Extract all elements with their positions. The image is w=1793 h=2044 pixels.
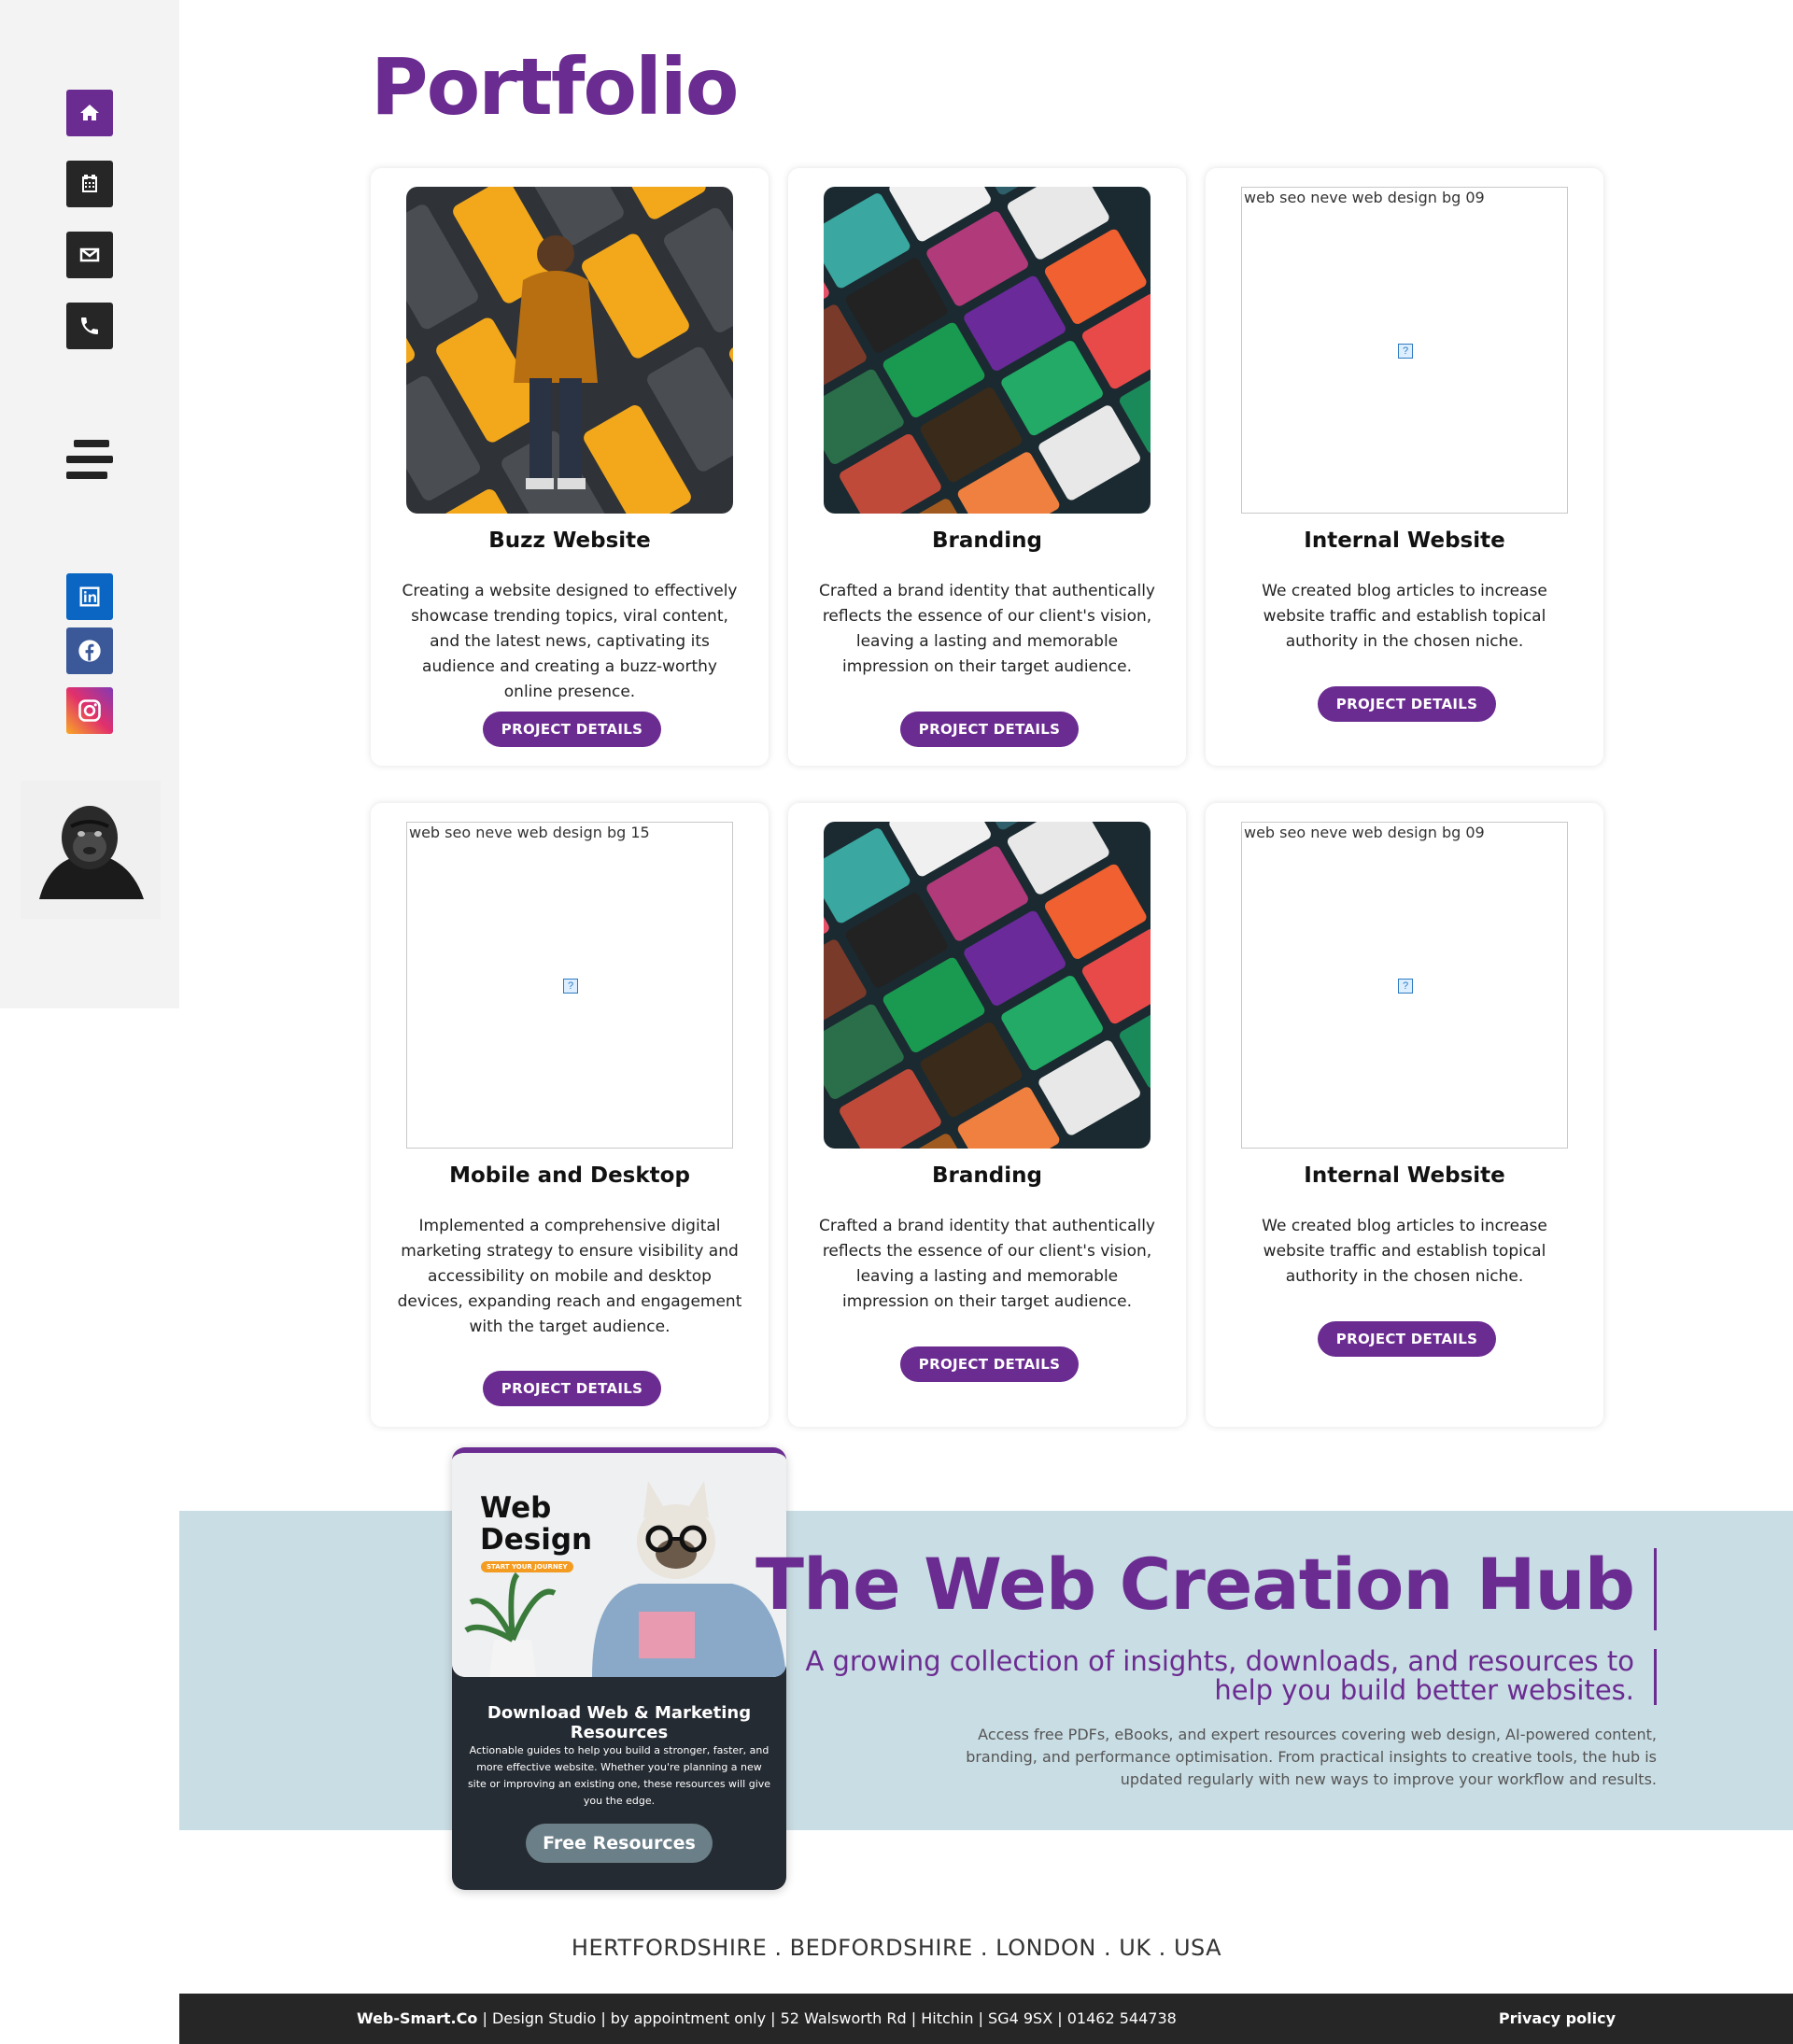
portfolio-card: Buzz Website Creating a website designed… <box>371 168 769 766</box>
card-title: Internal Website <box>1304 529 1505 553</box>
calendar-button[interactable] <box>66 161 113 207</box>
instagram-link[interactable] <box>66 687 113 734</box>
gorilla-avatar <box>21 781 161 919</box>
portfolio-card: web seo neve web design bg 09 ? Internal… <box>1206 803 1603 1427</box>
project-image-placeholder: web seo neve web design bg 09 ? <box>1241 822 1568 1149</box>
promo-text: Actionable guides to help you build a st… <box>467 1744 771 1807</box>
phone-button[interactable] <box>66 303 113 349</box>
card-description: We created blog articles to increase web… <box>1262 582 1547 651</box>
project-image-placeholder: web seo neve web design bg 15 ? <box>406 822 733 1149</box>
portfolio-card: web seo neve web design bg 15 ? Mobile a… <box>371 803 769 1427</box>
card-title: Branding <box>932 1163 1042 1188</box>
image-alt-text: web seo neve web design bg 15 <box>409 824 650 841</box>
facebook-link[interactable] <box>66 627 113 674</box>
broken-image-icon: ? <box>1398 344 1413 359</box>
broken-image-icon: ? <box>563 979 578 994</box>
locations-text: HERTFORDSHIRE . BEDFORDSHIRE . LONDON . … <box>571 1935 1222 1961</box>
phone-icon <box>81 317 98 334</box>
linkedin-icon <box>79 586 100 607</box>
email-button[interactable] <box>66 232 113 278</box>
card-description: Crafted a brand identity that authentica… <box>819 1217 1155 1311</box>
card-description: Crafted a brand identity that authentica… <box>819 582 1155 676</box>
mail-icon <box>79 247 100 262</box>
promo-heading: Download Web & Marketing Resources <box>487 1703 752 1742</box>
card-description: Implemented a comprehensive digital mark… <box>397 1217 742 1336</box>
image-alt-text: web seo neve web design bg 09 <box>1244 824 1485 841</box>
portfolio-card: Branding Crafted a brand identity that a… <box>788 168 1186 766</box>
image-alt-text: web seo neve web design bg 09 <box>1244 189 1485 206</box>
calendar-icon <box>82 175 97 192</box>
project-image <box>824 822 1151 1149</box>
broken-image-icon: ? <box>1398 979 1413 994</box>
project-image <box>824 187 1151 514</box>
page-title: Portfolio <box>371 41 739 133</box>
card-title: Buzz Website <box>488 529 651 553</box>
free-resources-button[interactable]: Free Resources <box>526 1824 713 1863</box>
home-icon <box>80 105 99 120</box>
project-details-button[interactable]: PROJECT DETAILS <box>900 1346 1079 1382</box>
project-details-button[interactable]: PROJECT DETAILS <box>483 712 661 747</box>
footer-brand-link[interactable]: Web-Smart.Co <box>357 2009 477 2027</box>
promo-image: Web Design START YOUR JOURNEY <box>452 1453 786 1677</box>
menu-toggle-icon[interactable] <box>66 438 113 481</box>
project-details-button[interactable]: PROJECT DETAILS <box>1318 1321 1496 1357</box>
linkedin-link[interactable] <box>66 573 113 620</box>
footer-info: Web-Smart.Co | Design Studio | by appoin… <box>357 2009 1177 2027</box>
sidebar <box>0 0 179 1008</box>
project-details-button[interactable]: PROJECT DETAILS <box>483 1371 661 1406</box>
project-details-button[interactable]: PROJECT DETAILS <box>1318 686 1496 722</box>
portfolio-card: Branding Crafted a brand identity that a… <box>788 803 1186 1427</box>
hub-title: The Web Creation Hub <box>755 1543 1635 1626</box>
portfolio-card: web seo neve web design bg 09 ? Internal… <box>1206 168 1603 766</box>
home-button[interactable] <box>66 90 113 136</box>
footer: Web-Smart.Co | Design Studio | by appoin… <box>179 1994 1793 2044</box>
instagram-icon <box>78 699 101 722</box>
resources-promo-card: Web Design START YOUR JOURNEY Download W… <box>452 1447 786 1890</box>
footer-address: | Design Studio | by appointment only | … <box>477 2009 1177 2027</box>
hub-subtitle-bar <box>1654 1649 1657 1705</box>
project-details-button[interactable]: PROJECT DETAILS <box>900 712 1079 747</box>
promo-image-title: Web Design <box>480 1491 593 1557</box>
privacy-policy-link[interactable]: Privacy policy <box>1499 2009 1616 2027</box>
card-description: Creating a website designed to effective… <box>402 582 738 701</box>
card-title: Mobile and Desktop <box>449 1163 690 1188</box>
project-image-placeholder: web seo neve web design bg 09 ? <box>1241 187 1568 514</box>
card-description: We created blog articles to increase web… <box>1262 1217 1547 1286</box>
card-title: Internal Website <box>1304 1163 1505 1188</box>
hub-description: Access free PDFs, eBooks, and expert res… <box>966 1726 1657 1788</box>
project-image <box>406 187 733 514</box>
facebook-icon <box>78 640 101 662</box>
hub-title-bar <box>1654 1548 1657 1630</box>
promo-image-badge: START YOUR JOURNEY <box>481 1561 573 1572</box>
card-title: Branding <box>932 529 1042 553</box>
hub-subtitle: A growing collection of insights, downlo… <box>805 1645 1634 1706</box>
